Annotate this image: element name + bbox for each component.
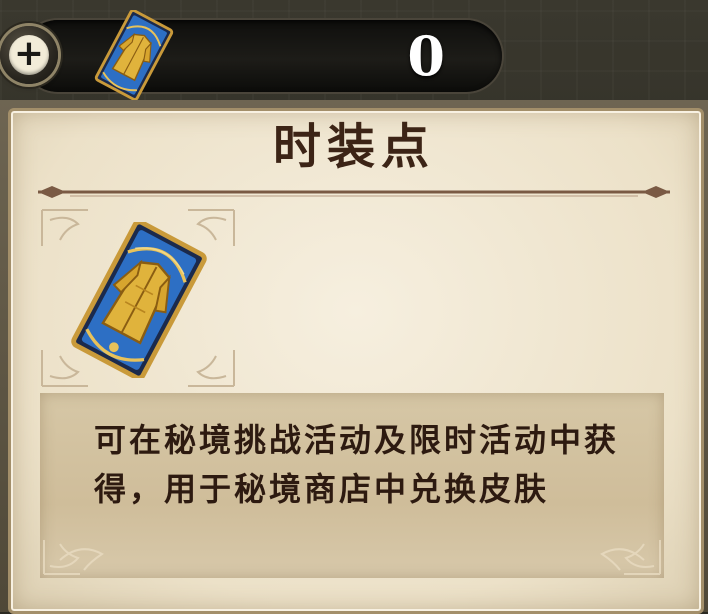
corner-ornament (600, 540, 661, 575)
panel-title: 时装点 (272, 119, 435, 175)
corner-ornament (43, 540, 104, 575)
currency-amount: 0 (407, 24, 445, 88)
add-currency-button[interactable]: + (0, 26, 58, 84)
item-description: 可在秘境挑战活动及限时活动中获得，用于秘境商店中兑换皮肤 (94, 421, 620, 508)
title-divider (38, 186, 670, 198)
costume-card-icon (71, 222, 207, 378)
costume-card-icon (94, 10, 174, 100)
plus-icon: + (9, 35, 49, 75)
